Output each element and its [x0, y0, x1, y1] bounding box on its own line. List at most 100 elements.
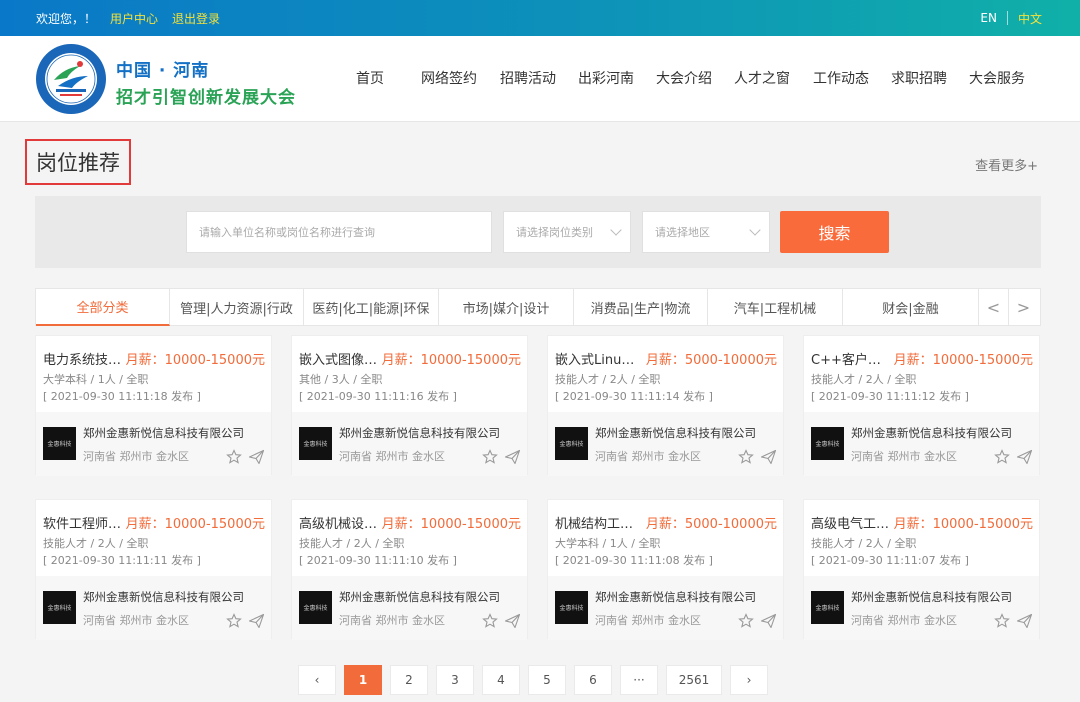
company-logo[interactable]: 金惠科技: [299, 591, 332, 624]
job-card[interactable]: 高级机械设计工程师 月薪：10000-15000元 技能人才 / 2人 / 全职…: [291, 499, 528, 640]
job-title[interactable]: 机械结构工程师助理: [555, 513, 642, 532]
job-title-row: 高级电气工程师 月薪：10000-15000元: [811, 512, 1033, 532]
company-name[interactable]: 郑州金惠新悦信息科技有限公司: [339, 589, 500, 605]
company-logo[interactable]: 金惠科技: [555, 591, 588, 624]
company-logo[interactable]: 金惠科技: [555, 427, 588, 460]
job-title[interactable]: 高级机械设计工程师: [299, 513, 378, 532]
pagination-prev-icon[interactable]: ‹: [298, 665, 336, 695]
share-icon[interactable]: [248, 449, 265, 465]
job-title[interactable]: C++客户端开发工程师: [811, 349, 890, 368]
share-icon[interactable]: [248, 613, 265, 629]
nav-talent-window[interactable]: 人才之窗: [734, 68, 813, 88]
lang-en-link[interactable]: EN: [980, 11, 997, 25]
company-name[interactable]: 郑州金惠新悦信息科技有限公司: [83, 425, 244, 441]
company-logo[interactable]: 金惠科技: [43, 591, 76, 624]
company-name[interactable]: 郑州金惠新悦信息科技有限公司: [851, 425, 1012, 441]
company-name[interactable]: 郑州金惠新悦信息科技有限公司: [595, 425, 756, 441]
job-meta: 技能人才 / 2人 / 全职: [811, 537, 917, 550]
tab-medicine[interactable]: 医药|化工|能源|环保: [304, 289, 439, 326]
company-address: 河南省 郑州市 金水区: [851, 614, 957, 627]
tab-finance[interactable]: 财会|金融: [843, 289, 978, 326]
nav-about[interactable]: 大会介绍: [656, 68, 734, 88]
company-logo[interactable]: 金惠科技: [811, 427, 844, 460]
tab-consumer[interactable]: 消费品|生产|物流: [574, 289, 708, 326]
job-card-info: 嵌入式图像算法工程师 月薪：10000-15000元 其他 / 3人 / 全职 …: [292, 336, 527, 412]
tabs-prev-arrow-icon[interactable]: <: [978, 289, 1008, 326]
lang-zh-link[interactable]: 中文: [1018, 10, 1042, 27]
job-publish-time: [ 2021-09-30 11:11:12 发布 ]: [811, 390, 969, 403]
page-1[interactable]: 1: [344, 665, 382, 695]
section-title: 岗位推荐: [25, 139, 131, 185]
job-card[interactable]: 电力系统技术工程师 月薪：10000-15000元 大学本科 / 1人 / 全职…: [35, 335, 272, 476]
job-card[interactable]: 嵌入式图像算法工程师 月薪：10000-15000元 其他 / 3人 / 全职 …: [291, 335, 528, 476]
star-icon[interactable]: [226, 449, 242, 465]
job-category-select[interactable]: 请选择岗位类别: [503, 211, 631, 253]
nav-home[interactable]: 首页: [356, 68, 421, 88]
page-last[interactable]: 2561: [666, 665, 722, 695]
tab-management[interactable]: 管理|人力资源|行政: [170, 289, 304, 326]
company-name[interactable]: 郑州金惠新悦信息科技有限公司: [595, 589, 756, 605]
company-logo[interactable]: 金惠科技: [299, 427, 332, 460]
tab-all[interactable]: 全部分类: [36, 289, 170, 326]
share-icon[interactable]: [760, 613, 777, 629]
job-title[interactable]: 嵌入式图像算法工程师: [299, 349, 378, 368]
company-name[interactable]: 郑州金惠新悦信息科技有限公司: [851, 589, 1012, 605]
job-salary: 月薪：5000-10000元: [645, 516, 777, 532]
star-icon[interactable]: [226, 613, 242, 629]
page-5[interactable]: 5: [528, 665, 566, 695]
share-icon[interactable]: [1016, 613, 1033, 629]
job-card-company: 金惠科技 郑州金惠新悦信息科技有限公司 河南省 郑州市 金水区: [292, 412, 527, 476]
search-button[interactable]: 搜索: [780, 211, 889, 253]
job-title[interactable]: 嵌入式Linux开发工程师: [555, 349, 642, 368]
pagination-next-icon[interactable]: ›: [730, 665, 768, 695]
job-title-row: 嵌入式Linux开发工程师 月薪：5000-10000元: [555, 348, 777, 368]
company-name[interactable]: 郑州金惠新悦信息科技有限公司: [83, 589, 244, 605]
see-more-link[interactable]: 查看更多+: [975, 155, 1038, 174]
star-icon[interactable]: [994, 449, 1010, 465]
page-3[interactable]: 3: [436, 665, 474, 695]
share-icon[interactable]: [504, 449, 521, 465]
company-name[interactable]: 郑州金惠新悦信息科技有限公司: [339, 425, 500, 441]
job-meta: 大学本科 / 1人 / 全职: [43, 373, 149, 386]
keyword-search-input[interactable]: 请输入单位名称或岗位名称进行查询: [186, 211, 492, 253]
nav-online-signing[interactable]: 网络签约: [421, 68, 500, 88]
share-icon[interactable]: [760, 449, 777, 465]
nav-henan[interactable]: 出彩河南: [578, 68, 656, 88]
job-title[interactable]: 高级电气工程师: [811, 513, 890, 532]
user-center-link[interactable]: 用户中心: [110, 10, 158, 27]
tab-marketing[interactable]: 市场|媒介|设计: [439, 289, 574, 326]
job-meta: 技能人才 / 2人 / 全职: [43, 537, 149, 550]
job-card[interactable]: 机械结构工程师助理 月薪：5000-10000元 大学本科 / 1人 / 全职 …: [547, 499, 784, 640]
share-icon[interactable]: [504, 613, 521, 629]
nav-work-news[interactable]: 工作动态: [813, 68, 891, 88]
page-2[interactable]: 2: [390, 665, 428, 695]
tabs-next-arrow-icon[interactable]: >: [1008, 289, 1038, 326]
job-card[interactable]: 软件工程师（Java） 月薪：10000-15000元 技能人才 / 2人 / …: [35, 499, 272, 640]
star-icon[interactable]: [994, 613, 1010, 629]
job-title-row: C++客户端开发工程师 月薪：10000-15000元: [811, 348, 1033, 368]
job-title[interactable]: 软件工程师（Java）: [43, 513, 122, 532]
page-6[interactable]: 6: [574, 665, 612, 695]
star-icon[interactable]: [482, 613, 498, 629]
job-card-company: 金惠科技 郑州金惠新悦信息科技有限公司 河南省 郑州市 金水区: [292, 576, 527, 640]
star-icon[interactable]: [482, 449, 498, 465]
job-card[interactable]: 高级电气工程师 月薪：10000-15000元 技能人才 / 2人 / 全职 […: [803, 499, 1040, 640]
company-logo[interactable]: 金惠科技: [43, 427, 76, 460]
page-4[interactable]: 4: [482, 665, 520, 695]
job-title[interactable]: 电力系统技术工程师: [43, 349, 122, 368]
star-icon[interactable]: [738, 613, 754, 629]
nav-services[interactable]: 大会服务: [969, 68, 1029, 88]
star-icon[interactable]: [738, 449, 754, 465]
region-select[interactable]: 请选择地区: [642, 211, 770, 253]
logout-link[interactable]: 退出登录: [172, 10, 220, 27]
nav-job-seeking[interactable]: 求职招聘: [891, 68, 969, 88]
nav-recruitment-events[interactable]: 招聘活动: [500, 68, 578, 88]
tab-automotive[interactable]: 汽车|工程机械: [708, 289, 843, 326]
share-icon[interactable]: [1016, 449, 1033, 465]
job-card[interactable]: C++客户端开发工程师 月薪：10000-15000元 技能人才 / 2人 / …: [803, 335, 1040, 476]
conference-seal-icon: [36, 44, 106, 114]
job-card[interactable]: 嵌入式Linux开发工程师 月薪：5000-10000元 技能人才 / 2人 /…: [547, 335, 784, 476]
job-title-row: 软件工程师（Java） 月薪：10000-15000元: [43, 512, 265, 532]
company-logo[interactable]: 金惠科技: [811, 591, 844, 624]
site-logo[interactable]: 中国 · 河南 招才引智创新发展大会: [34, 42, 306, 116]
